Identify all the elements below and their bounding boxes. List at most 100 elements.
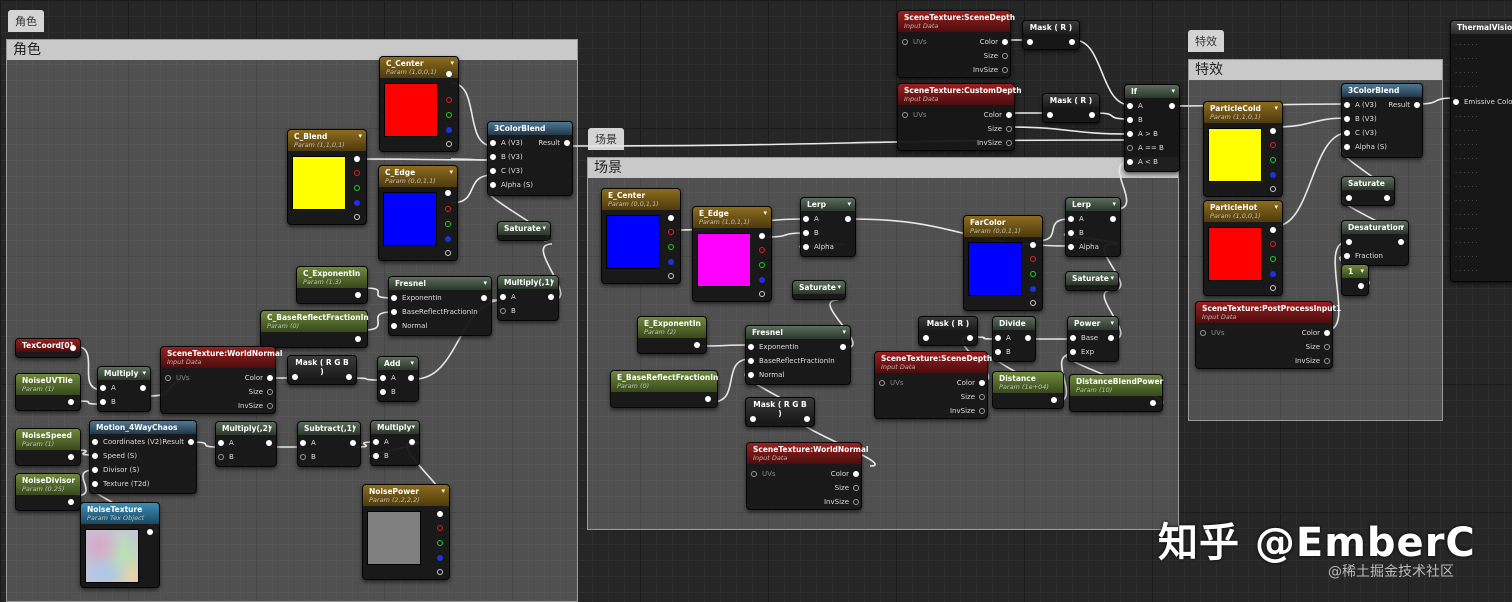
input-pin-exponent[interactable]: ExponentIn bbox=[389, 293, 442, 303]
input-pin-normal[interactable]: Normal bbox=[746, 370, 784, 380]
node-noise-power[interactable]: NoisePower Param (2,2,2,2) ▾ bbox=[362, 484, 450, 580]
input-pin[interactable] bbox=[1346, 195, 1352, 201]
output-pin-b[interactable] bbox=[446, 127, 452, 133]
output-pin-g[interactable] bbox=[437, 540, 443, 546]
input-pin-b[interactable]: B bbox=[98, 397, 116, 407]
output-pin[interactable] bbox=[1150, 400, 1156, 406]
input-pin-a[interactable]: A bbox=[1125, 101, 1143, 111]
collapse-icon[interactable]: ▾ bbox=[1110, 274, 1114, 283]
input-pin-b[interactable]: B bbox=[378, 387, 396, 397]
group-tab-scene[interactable]: 场景 bbox=[588, 128, 624, 150]
output-pin[interactable] bbox=[266, 440, 272, 446]
output-pin[interactable] bbox=[350, 440, 356, 446]
output-pin-a[interactable] bbox=[1270, 186, 1276, 192]
output-pin-rgb[interactable] bbox=[437, 511, 443, 517]
output-pin-g[interactable] bbox=[445, 221, 451, 227]
node-distance-blend-power[interactable]: DistanceBlendPower Param (10) bbox=[1069, 374, 1163, 412]
output-pin[interactable] bbox=[967, 335, 973, 341]
collapse-icon[interactable]: ▾ bbox=[1274, 203, 1278, 212]
input-pin-c[interactable]: C (V3) bbox=[488, 166, 523, 176]
node-thermal-vision-output[interactable]: ThermalVision · · · · · · · · · · · · · … bbox=[1450, 20, 1512, 282]
output-pin-r[interactable] bbox=[354, 170, 360, 176]
input-pin-a[interactable]: A bbox=[298, 438, 316, 448]
input-pin-alpha[interactable]: Alpha bbox=[1066, 242, 1099, 252]
node-e-exponent[interactable]: E_ExponentIn Param (2) bbox=[637, 316, 707, 354]
output-pin-b[interactable] bbox=[1030, 286, 1036, 292]
output-pin-result[interactable]: Result bbox=[538, 138, 572, 148]
input-pin-a[interactable]: A bbox=[498, 292, 516, 302]
output-pin-color[interactable]: Color bbox=[245, 373, 275, 383]
input-pin-uvs[interactable]: UVs bbox=[877, 378, 904, 388]
collapse-icon[interactable]: ▾ bbox=[268, 424, 272, 433]
node-saturate-effects[interactable]: Saturate bbox=[1341, 176, 1395, 206]
input-pin-b[interactable]: B bbox=[1066, 228, 1084, 238]
output-pin-rgb[interactable] bbox=[1270, 227, 1276, 233]
input-pin-b[interactable]: B bbox=[371, 451, 389, 461]
input-pin-a[interactable]: A bbox=[378, 373, 396, 383]
output-pin[interactable] bbox=[140, 385, 146, 391]
input-pin-uvs[interactable]: UVs bbox=[163, 373, 190, 383]
output-pin-invsize[interactable]: InvSize bbox=[973, 65, 1010, 75]
node-particle-cold[interactable]: ParticleCold Param (1,1,0,1) ▾ bbox=[1203, 101, 1283, 197]
output-pin-g[interactable] bbox=[668, 244, 674, 250]
output-pin[interactable] bbox=[1108, 335, 1114, 341]
collapse-icon[interactable]: ▾ bbox=[1171, 87, 1175, 96]
output-pin[interactable] bbox=[147, 529, 153, 535]
output-pin-size[interactable]: Size bbox=[988, 124, 1014, 134]
output-pin-b[interactable] bbox=[354, 200, 360, 206]
collapse-icon[interactable]: ▾ bbox=[1110, 319, 1114, 328]
input-pin-b[interactable]: B bbox=[298, 452, 316, 462]
output-pin-b[interactable] bbox=[1270, 172, 1276, 178]
node-noise-texture[interactable]: NoiseTexture Param Tex Object bbox=[80, 502, 160, 588]
collapse-icon[interactable]: ▾ bbox=[483, 279, 487, 288]
output-pin-result[interactable]: Result bbox=[162, 437, 196, 447]
output-pin-size[interactable]: Size bbox=[1306, 342, 1332, 352]
node-e-basereflect[interactable]: E_BaseReflectFractionIn Param (0) bbox=[610, 370, 718, 408]
input-pin[interactable] bbox=[1027, 39, 1033, 45]
input-pin-b[interactable]: B bbox=[216, 452, 234, 462]
input-pin-b[interactable]: B (V3) bbox=[488, 152, 523, 162]
node-c-edge[interactable]: C_Edge Param (0,0,1,1) ▾ bbox=[378, 165, 458, 261]
input-pin-texture[interactable]: Texture (T2d) bbox=[90, 479, 149, 489]
collapse-icon[interactable]: ▾ bbox=[449, 168, 453, 177]
node-mask-r-top[interactable]: Mask ( R ) bbox=[1022, 20, 1080, 50]
collapse-icon[interactable]: ▾ bbox=[1400, 223, 1404, 232]
output-pin-rgb[interactable] bbox=[446, 71, 452, 77]
output-pin-r[interactable] bbox=[1270, 241, 1276, 247]
output-pin[interactable] bbox=[548, 294, 554, 300]
output-pin-color[interactable]: Color bbox=[1302, 328, 1332, 338]
output-pin-rgb[interactable] bbox=[668, 215, 674, 221]
node-3colorblend-effects[interactable]: 3ColorBlend Result A (V3) B (V3) C (V3) … bbox=[1341, 83, 1423, 158]
node-c-blend[interactable]: C_Blend Param (1,1,0,1) ▾ bbox=[287, 129, 367, 225]
input-pin-a[interactable]: A (V3) bbox=[1342, 100, 1377, 110]
input-pin-exp[interactable]: Exp bbox=[1068, 347, 1094, 357]
input-pin-a[interactable]: A bbox=[993, 333, 1011, 343]
input-pin-b[interactable]: B (V3) bbox=[1342, 114, 1377, 124]
input-pin-divisor[interactable]: Divisor (S) bbox=[90, 465, 139, 475]
node-3colorblend-character[interactable]: 3ColorBlend Result A (V3) B (V3) C (V3) … bbox=[487, 121, 573, 196]
input-pin-fraction[interactable]: Fraction bbox=[1342, 251, 1383, 261]
node-desaturation[interactable]: Desaturation ▾ Fraction bbox=[1341, 220, 1409, 266]
input-pin-uvs[interactable]: UVs bbox=[1198, 328, 1225, 338]
input-pin-c[interactable]: C (V3) bbox=[1342, 128, 1377, 138]
output-pin-b[interactable] bbox=[437, 555, 443, 561]
input-pin[interactable] bbox=[750, 416, 756, 422]
output-pin-color[interactable]: Color bbox=[984, 110, 1014, 120]
node-scenedepth-top[interactable]: SceneTexture:SceneDepth Input Data UVs Co… bbox=[897, 10, 1015, 78]
output-pin-color[interactable]: Color bbox=[957, 378, 987, 388]
output-pin-invsize[interactable]: InvSize bbox=[238, 401, 275, 411]
output-pin-result[interactable]: Result bbox=[1388, 100, 1422, 110]
node-e-edge[interactable]: E_Edge Param (1,0,1,1) ▾ bbox=[692, 206, 772, 302]
node-saturate-scene-1[interactable]: Saturate ▾ bbox=[792, 280, 846, 300]
input-pin[interactable] bbox=[1047, 112, 1053, 118]
node-fresnel-character[interactable]: Fresnel ▾ ExponentIn BaseReflectFractionI… bbox=[388, 276, 492, 336]
node-postprocess-input[interactable]: SceneTexture:PostProcessInput1 Input Data… bbox=[1195, 301, 1341, 369]
collapse-icon[interactable]: ▾ bbox=[542, 224, 546, 233]
output-pin[interactable] bbox=[1051, 397, 1057, 403]
output-pin[interactable] bbox=[1169, 103, 1175, 109]
output-pin[interactable] bbox=[694, 342, 700, 348]
output-pin[interactable] bbox=[68, 399, 74, 405]
input-pin-a-equals-b[interactable]: A == B bbox=[1125, 143, 1164, 153]
output-pin-rgb[interactable] bbox=[759, 233, 765, 239]
output-pin-g[interactable] bbox=[354, 185, 360, 191]
